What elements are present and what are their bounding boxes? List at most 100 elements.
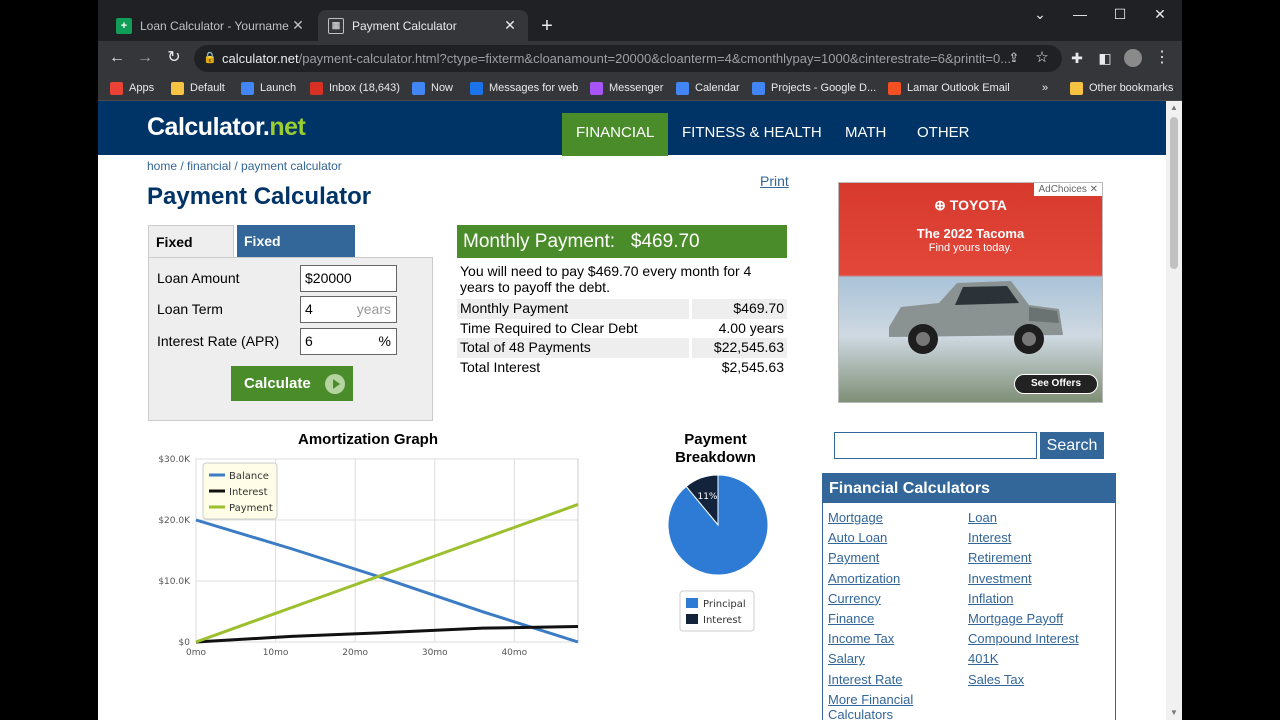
loan-amount-input[interactable]: $20000	[300, 265, 397, 292]
sidebar-link-left[interactable]: Income Tax	[828, 631, 958, 646]
site-logo[interactable]: Calculator.net	[147, 113, 306, 142]
sidebar-link-left[interactable]: Auto Loan	[828, 530, 958, 545]
sidebar-link-left[interactable]: Salary	[828, 651, 958, 666]
arrow-right-icon	[325, 374, 345, 394]
bookmark-label: Default	[190, 82, 225, 94]
interest-rate-input[interactable]: 6%	[300, 328, 397, 355]
scroll-up-arrow[interactable]: ▲	[1166, 101, 1182, 115]
bookmark-label: Apps	[129, 82, 155, 94]
profile-avatar[interactable]	[1121, 47, 1145, 69]
bookmark-item[interactable]: Other bookmarks	[1070, 79, 1173, 97]
nav-math[interactable]: MATH	[831, 113, 900, 156]
window-close-button[interactable]: ✕	[1140, 4, 1180, 24]
bookmark-item[interactable]: »	[1042, 79, 1048, 97]
bookmark-item[interactable]: Inbox (18,643)	[310, 79, 400, 97]
tab-loan-calculator[interactable]: + Loan Calculator - Yourname - Go ✕	[106, 10, 316, 41]
bookmark-item[interactable]: Projects - Google D...	[752, 79, 876, 97]
back-button[interactable]: ←	[105, 47, 129, 69]
scroll-thumb[interactable]	[1170, 117, 1178, 269]
reload-button[interactable]: ↻	[162, 47, 186, 69]
share-icon[interactable]: ⇪	[1002, 47, 1026, 69]
bookmark-item[interactable]: Apps	[110, 79, 154, 97]
bookmark-item[interactable]: Messages for web	[470, 79, 578, 97]
financial-calculators-heading: Financial Calculators	[823, 474, 1115, 503]
close-icon[interactable]: ✕	[290, 17, 306, 34]
menu-icon[interactable]: ⋮	[1150, 47, 1174, 69]
search-button[interactable]: Search	[1040, 432, 1104, 459]
loan-term-input[interactable]: 4 years	[300, 296, 397, 323]
adchoices-text: AdChoices	[1038, 184, 1087, 195]
loan-term-unit: years	[356, 301, 391, 317]
sidebar-link-right[interactable]: Retirement	[968, 550, 1098, 565]
sidebar-link-right[interactable]: Compound Interest	[968, 631, 1098, 646]
sidebar-link-right[interactable]: Interest	[968, 530, 1098, 545]
bookmark-item[interactable]: Now	[412, 79, 453, 97]
extensions-icon[interactable]: ✚	[1065, 47, 1089, 69]
bookmark-item[interactable]: Calendar	[676, 79, 740, 97]
toyota-logo: ⊕ TOYOTA	[934, 197, 1007, 213]
forward-button[interactable]: →	[133, 47, 157, 69]
breadcrumb[interactable]: home / financial / payment calculator	[147, 159, 342, 173]
see-offers-button[interactable]: See Offers	[1014, 374, 1098, 394]
legend-label: Balance	[229, 471, 269, 482]
nav-financial[interactable]: FINANCIAL	[562, 113, 669, 156]
maximize-button[interactable]: ☐	[1100, 4, 1140, 24]
result-table: Monthly Payment $469.70 Time Required to …	[457, 299, 787, 377]
sidebar-link-left[interactable]: Mortgage	[828, 510, 958, 525]
tab-fixed-term[interactable]: Fixed Term	[148, 225, 234, 282]
bookmark-item[interactable]: Launch	[241, 79, 296, 97]
sidebar-link-right[interactable]: Sales Tax	[968, 672, 1098, 687]
result-description: You will need to pay $469.70 every month…	[460, 263, 752, 295]
tab-label: Loan Calculator - Yourname - Go	[140, 18, 290, 33]
row-label: Time Required to Clear Debt	[460, 319, 638, 336]
monthly-payment-heading: Monthly Payment: $469.70	[457, 225, 787, 258]
bookmark-item[interactable]: Messenger	[590, 79, 663, 97]
scroll-down-arrow[interactable]: ▼	[1166, 706, 1182, 720]
bookmark-item[interactable]: Lamar Outlook Email	[888, 79, 1010, 97]
sidebar-link-left[interactable]: Finance	[828, 611, 958, 626]
row-value: $469.70	[692, 299, 787, 319]
bookmark-item[interactable]: Default	[171, 79, 225, 97]
tab-search-icon[interactable]: ⌄	[1020, 4, 1060, 24]
print-link[interactable]: Print	[760, 173, 789, 189]
new-tab-button[interactable]: +	[536, 15, 558, 37]
sidebar-link-right[interactable]: Inflation	[968, 591, 1098, 606]
adchoices-label[interactable]: AdChoices ✕	[1034, 183, 1102, 196]
close-icon[interactable]: ✕	[502, 17, 518, 34]
tab-fixed-payments[interactable]: Fixed Payments	[237, 225, 355, 281]
calculate-button[interactable]: Calculate	[231, 366, 353, 401]
y-tick-label: $30.0K	[158, 455, 191, 465]
sidebar-link-left[interactable]: Currency	[828, 591, 958, 606]
sidebar-link-left[interactable]: Amortization	[828, 571, 958, 586]
table-row: Time Required to Clear Debt 4.00 years	[457, 319, 787, 339]
sidebar-link-left[interactable]: Interest Rate	[828, 672, 958, 687]
sidebar-link-left[interactable]: More Financial Calculators	[828, 692, 958, 720]
bookmark-label: Other bookmarks	[1089, 82, 1174, 94]
legend-label: Interest	[703, 615, 742, 626]
tab-payment-calculator[interactable]: ▦ Payment Calculator ✕	[318, 10, 528, 41]
bookmark-star-icon[interactable]: ☆	[1030, 47, 1054, 69]
bookmarks-bar: Apps Default Launch Inbox (18,643) Now Messag…	[98, 75, 1182, 101]
address-bar[interactable]: 🔒 calculator.net/payment-calculator.html…	[194, 45, 1062, 72]
monthly-payment-heading-value: $469.70	[630, 231, 700, 252]
page-scrollbar[interactable]: ▲ ▼	[1166, 101, 1182, 720]
nav-other[interactable]: OTHER	[903, 113, 984, 156]
toyota-ad[interactable]: AdChoices ✕ ⊕ TOYOTA The 2022 Tacoma Fin…	[838, 182, 1103, 403]
bookmark-label: Messages for web	[489, 82, 579, 94]
url-path: /payment-calculator.html?ctype=fixterm&c…	[298, 51, 1012, 66]
sidebar-link-right[interactable]: 401K	[968, 651, 1098, 666]
interest-rate-value: 6	[305, 333, 313, 349]
y-tick-label: $0	[179, 638, 191, 648]
nav-fitness-health[interactable]: FITNESS & HEALTH	[668, 113, 836, 156]
sidebar-link-right[interactable]: Loan	[968, 510, 1098, 525]
sidebar-link-right[interactable]: Mortgage Payoff	[968, 611, 1098, 626]
table-row: Total Interest $2,545.63	[457, 358, 787, 378]
bookmark-label: Lamar Outlook Email	[907, 82, 1010, 94]
lock-icon: 🔒	[203, 52, 217, 64]
minimize-button[interactable]: —	[1060, 4, 1100, 24]
side-panel-icon[interactable]: ◧	[1093, 47, 1117, 69]
sidebar-link-left[interactable]: Payment	[828, 550, 958, 565]
x-tick-label: 40mo	[501, 648, 527, 658]
search-input[interactable]	[834, 432, 1037, 459]
sidebar-link-right[interactable]: Investment	[968, 571, 1098, 586]
